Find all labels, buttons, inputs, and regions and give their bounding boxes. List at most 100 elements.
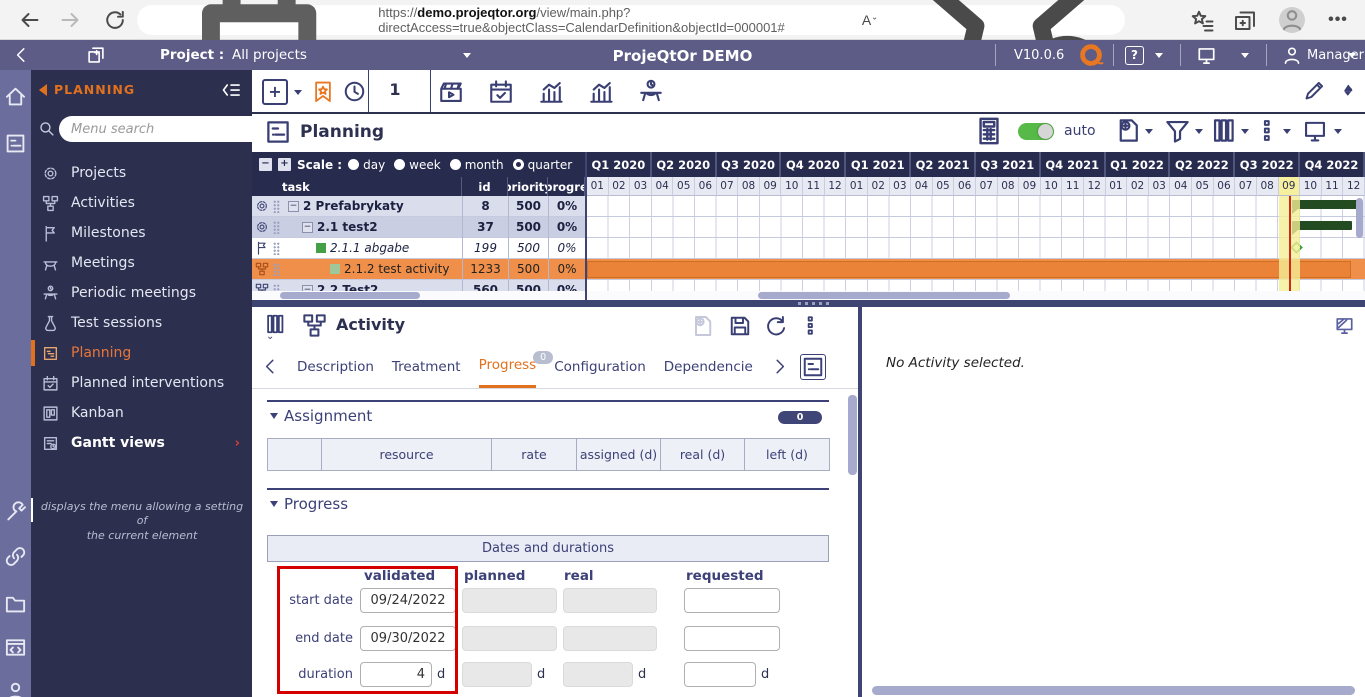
table-row[interactable]: −2.2 Test25605000% — [252, 280, 1365, 291]
display-menu-icon[interactable] — [1196, 45, 1217, 66]
collections-icon[interactable] — [1233, 8, 1257, 32]
detail-hscrollbar[interactable] — [872, 686, 1355, 695]
undo-icon[interactable] — [764, 314, 788, 338]
activity-vscrollbar[interactable] — [848, 395, 857, 475]
calculator-icon[interactable] — [974, 116, 1004, 146]
real-start-date-input[interactable] — [563, 588, 657, 613]
table-hscrollbar[interactable] — [280, 292, 420, 299]
splitter-handle-icon[interactable] — [798, 302, 829, 305]
user-caret-icon[interactable] — [1348, 53, 1356, 58]
address-bar[interactable]: https://demo.projeqtor.org/view/main.php… — [137, 5, 1125, 35]
add-button[interactable]: + — [262, 79, 288, 105]
wrench-icon[interactable] — [4, 500, 27, 523]
profile-avatar[interactable] — [1279, 7, 1305, 33]
radio-quarter[interactable] — [513, 159, 524, 170]
planned-end-date-input[interactable] — [462, 626, 557, 651]
scale-option-month[interactable]: month — [450, 158, 504, 172]
scale-option-day[interactable]: day — [348, 158, 385, 172]
radio-week[interactable] — [394, 159, 405, 170]
drag-handle-icon[interactable] — [273, 242, 280, 255]
columns-caret-icon[interactable] — [1241, 129, 1249, 134]
drag-handle-icon[interactable] — [273, 284, 280, 292]
session-calendar-icon[interactable] — [488, 79, 514, 105]
edit-icon[interactable] — [1302, 79, 1326, 103]
activity-kebab-icon[interactable] — [799, 313, 821, 338]
table-row[interactable]: 2.1.1 abgabe1995000% — [252, 238, 1365, 259]
back-icon[interactable] — [18, 8, 42, 32]
sidebar-item-test-sessions[interactable]: Test sessions — [31, 308, 252, 338]
tabs-scroll-right-icon[interactable] — [771, 345, 789, 388]
collapse-triangle-icon[interactable] — [270, 501, 278, 507]
sidebar-item-planning[interactable]: Planning — [31, 338, 252, 368]
kebab-icon[interactable] — [1254, 118, 1279, 143]
code-icon[interactable] — [4, 636, 27, 659]
planned-start-date-input[interactable] — [462, 588, 557, 613]
sidebar-item-milestones[interactable]: Milestones — [31, 218, 252, 248]
planning-shortcut-icon[interactable] — [4, 132, 27, 155]
sidebar-collapse-icon[interactable] — [221, 80, 241, 100]
sidebar-item-meetings[interactable]: Meetings — [31, 248, 252, 278]
columns-icon[interactable] — [1210, 117, 1237, 144]
requested-duration-input[interactable] — [684, 662, 756, 687]
chart-icon-1[interactable] — [538, 79, 564, 105]
sidebar-item-projects[interactable]: Projects — [31, 158, 252, 188]
add-view-icon[interactable] — [1114, 117, 1141, 144]
table-row[interactable]: −2.1 test2375000% — [252, 217, 1365, 238]
planned-duration-input[interactable] — [462, 662, 532, 687]
sidebar-item-gantt-views[interactable]: Gantt views› — [31, 428, 252, 458]
sidebar-item-periodic-meetings[interactable]: Periodic meetings — [31, 278, 252, 308]
display-mode-caret-icon[interactable] — [1334, 129, 1342, 134]
gantt-bar[interactable] — [1292, 221, 1352, 230]
panel-chevron-icon[interactable]: ⌄ — [266, 331, 274, 342]
forward-icon[interactable] — [58, 8, 82, 32]
sidebar-item-activities[interactable]: Activities — [31, 188, 252, 218]
real-duration-input[interactable] — [563, 662, 633, 687]
drag-handle-icon[interactable] — [273, 263, 280, 276]
requested-end-date-input[interactable] — [684, 626, 780, 651]
filter-icon[interactable] — [1164, 117, 1191, 144]
browser-menu-icon[interactable]: ••• — [1326, 8, 1350, 32]
display-caret-icon[interactable] — [1241, 53, 1249, 58]
scale-option-week[interactable]: week — [394, 158, 441, 172]
tab-dependencie[interactable]: Dependencie — [664, 345, 753, 388]
detach-icon[interactable] — [1334, 315, 1355, 336]
clapperboard-icon[interactable] — [438, 79, 464, 105]
tabs-scroll-left-icon[interactable] — [261, 345, 279, 388]
assignment-heading[interactable]: Assignment — [270, 407, 372, 425]
add-document-icon[interactable] — [690, 314, 714, 338]
collapse-triangle-icon[interactable] — [270, 413, 278, 419]
home-icon[interactable] — [4, 85, 27, 108]
add-caret-icon[interactable] — [294, 90, 302, 95]
radio-day[interactable] — [348, 159, 359, 170]
radio-month[interactable] — [450, 159, 461, 170]
requested-start-date-input[interactable] — [684, 588, 780, 613]
drag-handle-icon[interactable] — [273, 221, 280, 234]
add-view-caret-icon[interactable] — [1145, 129, 1153, 134]
tab-list-icon[interactable] — [800, 354, 826, 380]
gantt-vscrollbar[interactable] — [1356, 198, 1363, 238]
table-row[interactable]: −2 Prefabrykaty85000% — [252, 196, 1365, 217]
table-row[interactable]: 2.1.2 test activity12335000% — [252, 259, 1365, 280]
bookmark-icon[interactable] — [312, 79, 334, 104]
kebab-caret-icon[interactable] — [1283, 129, 1291, 134]
sort-arrows-icon[interactable] — [1342, 79, 1356, 105]
gantt-hscrollbar[interactable] — [758, 292, 1010, 299]
menu-search-input[interactable] — [59, 116, 267, 142]
history-icon[interactable] — [342, 79, 367, 104]
tab-description[interactable]: Description — [297, 345, 374, 388]
progress-heading[interactable]: Progress — [270, 495, 348, 513]
tab-progress[interactable]: Progress0 — [479, 345, 537, 388]
real-end-date-input[interactable] — [563, 626, 657, 651]
filter-caret-icon[interactable] — [1195, 129, 1203, 134]
favorites-icon[interactable] — [1190, 8, 1214, 32]
tab-treatment[interactable]: Treatment — [392, 345, 461, 388]
meeting-icon[interactable] — [638, 79, 664, 105]
auto-toggle[interactable] — [1018, 123, 1054, 140]
help-caret-icon[interactable] — [1155, 53, 1163, 58]
tab-configuration[interactable]: Configuration — [554, 345, 646, 388]
refresh-icon[interactable] — [103, 8, 127, 32]
save-icon[interactable] — [728, 314, 752, 338]
splitter-bar[interactable] — [252, 300, 1365, 307]
chart-icon-2[interactable] — [588, 79, 614, 105]
drag-handle-icon[interactable] — [273, 200, 280, 213]
